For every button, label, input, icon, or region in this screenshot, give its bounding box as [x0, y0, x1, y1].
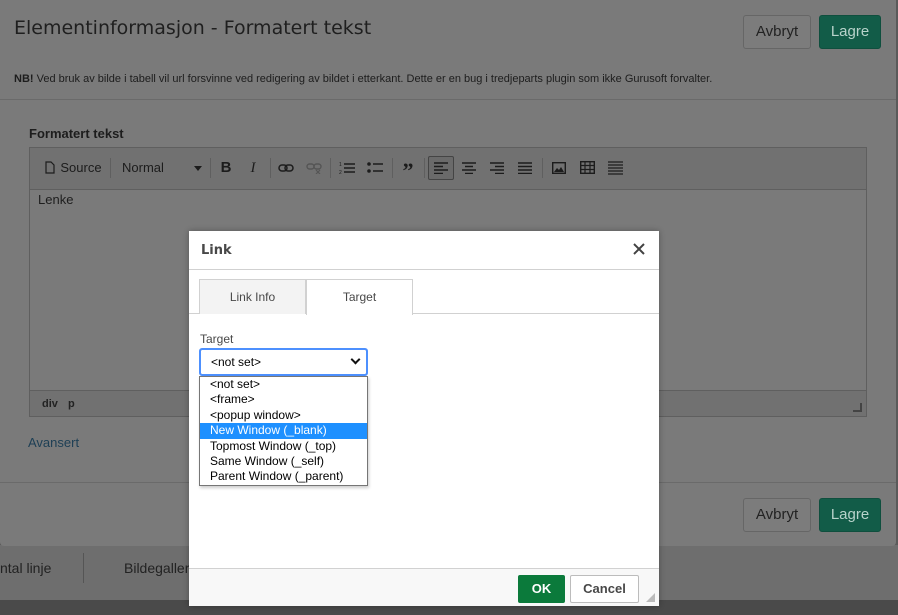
footer-save-button[interactable]: Lagre [819, 498, 881, 532]
cancel-button[interactable]: Cancel [570, 575, 639, 603]
svg-text:1: 1 [339, 162, 342, 168]
align-center-icon [462, 162, 476, 175]
toolbar-separator [392, 158, 393, 178]
toolbar-separator [542, 158, 543, 178]
formatted-text-label: Formatert tekst [29, 126, 124, 141]
source-icon [45, 161, 55, 174]
option-new-window[interactable]: New Window (_blank) [200, 423, 367, 439]
path-p[interactable]: p [68, 398, 75, 410]
modal-header: Elementinformasjon - Formatert tekst Avb… [0, 0, 896, 100]
tab-link-info[interactable]: Link Info [199, 279, 306, 314]
target-select-value: <not set> [211, 355, 262, 369]
target-select[interactable]: <not set> [199, 348, 368, 376]
bold-button[interactable]: B [216, 156, 236, 180]
source-button[interactable]: Source [42, 156, 104, 180]
blockquote-button[interactable]: ” [398, 156, 418, 183]
image-button[interactable] [548, 156, 570, 180]
link-button[interactable] [276, 156, 296, 180]
align-right-button[interactable] [486, 156, 508, 180]
option-popup-window[interactable]: <popup window> [200, 408, 367, 423]
unlink-icon [306, 163, 322, 175]
horizontal-line-button[interactable] [604, 156, 626, 180]
option-topmost-window[interactable]: Topmost Window (_top) [200, 439, 367, 454]
header-cancel-button[interactable]: Avbryt [743, 15, 811, 49]
note-prefix: NB! [14, 73, 34, 85]
background-tab-1: ntal linje [0, 553, 84, 583]
modal-title: Elementinformasjon - Formatert tekst [14, 17, 372, 39]
path-div[interactable]: div [42, 398, 58, 410]
dialog-title: Link [201, 243, 232, 258]
option-frame[interactable]: <frame> [200, 392, 367, 407]
bulleted-list-icon [367, 162, 383, 173]
format-dropdown[interactable]: Normal [116, 156, 206, 180]
numbered-list-icon: 12 [339, 162, 355, 176]
chevron-down-icon [350, 354, 361, 365]
format-label: Normal [122, 160, 164, 175]
bold-icon: B [220, 159, 232, 176]
ok-button[interactable]: OK [518, 575, 565, 603]
note-text: Ved bruk av bilde i tabell vil url forsv… [33, 73, 713, 85]
editor-toolbar: Source Normal B I 12 ” [30, 148, 866, 190]
target-label: Target [200, 332, 234, 346]
resize-grip-icon[interactable] [853, 403, 862, 412]
toolbar-separator [424, 158, 425, 178]
source-label: Source [60, 160, 102, 175]
option-not-set[interactable]: <not set> [200, 377, 367, 392]
option-same-window[interactable]: Same Window (_self) [200, 454, 367, 469]
align-right-icon [490, 162, 504, 175]
italic-button[interactable]: I [243, 156, 263, 180]
svg-text:2: 2 [339, 170, 342, 175]
option-parent-window[interactable]: Parent Window (_parent) [200, 469, 367, 484]
toolbar-separator [270, 158, 271, 178]
numbered-list-button[interactable]: 12 [336, 156, 358, 180]
target-dropdown-list: <not set> <frame> <popup window> New Win… [199, 376, 368, 486]
align-center-button[interactable] [458, 156, 480, 180]
italic-icon: I [250, 160, 256, 176]
quote-icon: ” [402, 158, 414, 183]
warning-note: NB! Ved bruk av bilde i tabell vil url f… [14, 73, 712, 85]
close-icon[interactable] [631, 241, 647, 257]
bulleted-list-button[interactable] [364, 156, 386, 180]
link-icon [278, 164, 294, 172]
header-save-button[interactable]: Lagre [819, 15, 881, 49]
dialog-header: Link [189, 231, 659, 270]
advanced-link[interactable]: Avansert [28, 435, 79, 450]
dialog-footer: OK Cancel [189, 568, 659, 606]
align-left-icon [434, 162, 448, 175]
toolbar-separator [210, 158, 211, 178]
toolbar-separator [110, 158, 111, 178]
background-tab-2: Bildegalleri [124, 560, 193, 576]
footer-cancel-button[interactable]: Avbryt [743, 498, 811, 532]
justify-icon [518, 162, 532, 175]
align-left-button[interactable] [428, 156, 454, 180]
table-button[interactable] [576, 156, 598, 180]
dialog-resize-icon[interactable] [646, 593, 655, 602]
image-icon [551, 161, 567, 175]
tab-target[interactable]: Target [306, 279, 413, 315]
chevron-down-icon [194, 166, 202, 171]
justify-button[interactable] [514, 156, 536, 180]
editor-content[interactable]: Lenke [38, 192, 73, 207]
unlink-button[interactable] [304, 156, 324, 180]
horizontal-line-icon [607, 161, 623, 175]
link-dialog: Link Link Info Target Target <not set> <… [189, 231, 659, 606]
dialog-tabs: Link Info Target [189, 279, 659, 315]
table-icon [579, 160, 595, 175]
toolbar-separator [330, 158, 331, 178]
